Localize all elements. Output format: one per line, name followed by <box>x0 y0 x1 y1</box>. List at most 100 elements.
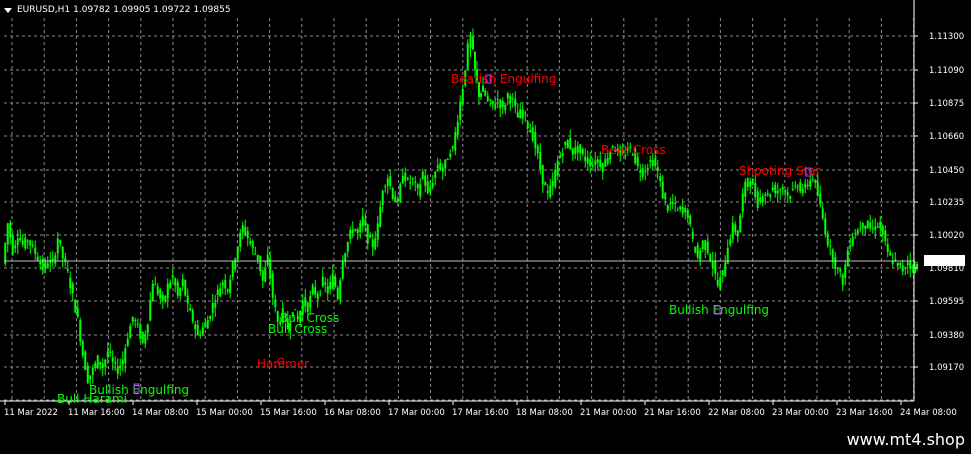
candle-body <box>524 112 527 114</box>
candle-body <box>684 207 687 213</box>
candle-body <box>494 104 497 109</box>
candle-body <box>419 183 422 197</box>
candle-body <box>811 178 814 180</box>
candle-body <box>916 263 918 268</box>
candle-body <box>716 280 719 286</box>
candle-body <box>501 100 504 107</box>
candle-body <box>784 190 787 193</box>
candle-body <box>236 246 239 260</box>
candle-body <box>484 90 487 96</box>
candle-body <box>899 262 902 266</box>
candle-body <box>906 262 909 266</box>
candle-body <box>746 178 749 187</box>
candle-body <box>534 131 537 148</box>
candle-body <box>599 159 602 167</box>
candle-body <box>421 171 424 179</box>
candle-body <box>434 171 437 179</box>
time-axis[interactable]: 11 Mar 2022 11 Mar 16:00 14 Mar 08:00 15 Ma… <box>4 401 957 418</box>
candle-body <box>644 171 647 173</box>
candle-body <box>786 192 789 196</box>
candle-body <box>339 280 342 300</box>
candle-body <box>429 187 432 193</box>
candle-body <box>401 176 404 184</box>
candle-body <box>691 231 694 239</box>
candle-body <box>44 261 47 270</box>
chart-window[interactable]: Bearish Engulfing Bear Cross Shooting Star… <box>0 0 971 425</box>
candle-body <box>256 254 259 260</box>
candle-body <box>734 224 737 233</box>
price-axis[interactable]: 1.11300 1.11090 1.10875 1.10660 1.10450 1.102… <box>914 32 964 373</box>
candle-body <box>791 188 794 190</box>
candle-body <box>96 355 99 369</box>
candle-body <box>199 334 202 336</box>
candle-body <box>472 36 474 50</box>
candle-body <box>694 246 697 253</box>
candle-body <box>696 245 699 258</box>
candle-body <box>399 184 402 202</box>
candle-body <box>219 288 222 297</box>
price-tick-label: 1.10235 <box>929 198 964 208</box>
candle-body <box>814 180 817 183</box>
candle-body <box>124 348 127 364</box>
candle-body <box>861 222 864 228</box>
candle-body <box>134 319 137 321</box>
candle-body <box>564 142 567 145</box>
candle-body <box>316 293 319 300</box>
candle-body <box>474 51 476 70</box>
dropdown-arrow-icon[interactable] <box>4 7 12 13</box>
candle-body <box>171 275 174 278</box>
candle-body <box>374 238 377 250</box>
candle-body <box>854 233 857 235</box>
time-tick-label: 11 Mar 2022 <box>4 408 58 418</box>
candle-body <box>314 287 317 295</box>
price-chart[interactable]: Bearish EngulfingBear CrossShooting Star… <box>0 0 971 425</box>
candle-body <box>381 190 384 205</box>
candle-body <box>166 283 169 299</box>
watermark: www.mt4.shop <box>846 430 965 449</box>
candle-body <box>39 261 42 265</box>
candle-body <box>514 98 517 107</box>
candle-body <box>84 351 87 371</box>
candle-body <box>9 222 12 238</box>
candle-body <box>221 282 224 286</box>
candle-body <box>334 276 337 288</box>
candle-body <box>904 267 907 269</box>
candle-body <box>154 284 157 286</box>
candle-body <box>329 281 332 289</box>
candle-body <box>844 264 847 278</box>
candle-body <box>76 308 79 317</box>
candle-body <box>584 156 587 162</box>
time-tick-label: 17 Mar 00:00 <box>388 408 445 418</box>
candle-body <box>516 112 519 118</box>
candle-body <box>254 253 257 255</box>
candle-body <box>231 261 234 277</box>
candle-body <box>376 223 379 240</box>
candle-body <box>386 178 389 186</box>
candle-body <box>689 215 692 225</box>
candle-body <box>681 206 684 214</box>
candle-body <box>761 196 764 202</box>
candle-body <box>596 159 599 163</box>
candle-body <box>29 240 32 246</box>
candle-body <box>871 228 874 230</box>
candle-body <box>126 338 129 346</box>
candle-body <box>46 263 49 267</box>
candle-body <box>461 88 464 105</box>
candle-body <box>366 224 369 244</box>
candle-body <box>766 193 769 195</box>
candle-body <box>359 223 362 233</box>
candle-body <box>799 182 802 192</box>
candle-body <box>204 322 207 328</box>
candle-body <box>189 308 192 311</box>
time-tick-label: 15 Mar 00:00 <box>196 408 253 418</box>
candle-body <box>674 202 677 204</box>
candle-body <box>759 197 762 202</box>
candle-body <box>711 260 714 268</box>
candle-body <box>71 283 74 294</box>
candle-body <box>354 228 357 231</box>
candle-body <box>226 289 229 292</box>
candle-body <box>489 99 492 101</box>
candle-body <box>859 228 862 230</box>
candle-body <box>271 273 274 298</box>
candle-body <box>846 250 849 267</box>
